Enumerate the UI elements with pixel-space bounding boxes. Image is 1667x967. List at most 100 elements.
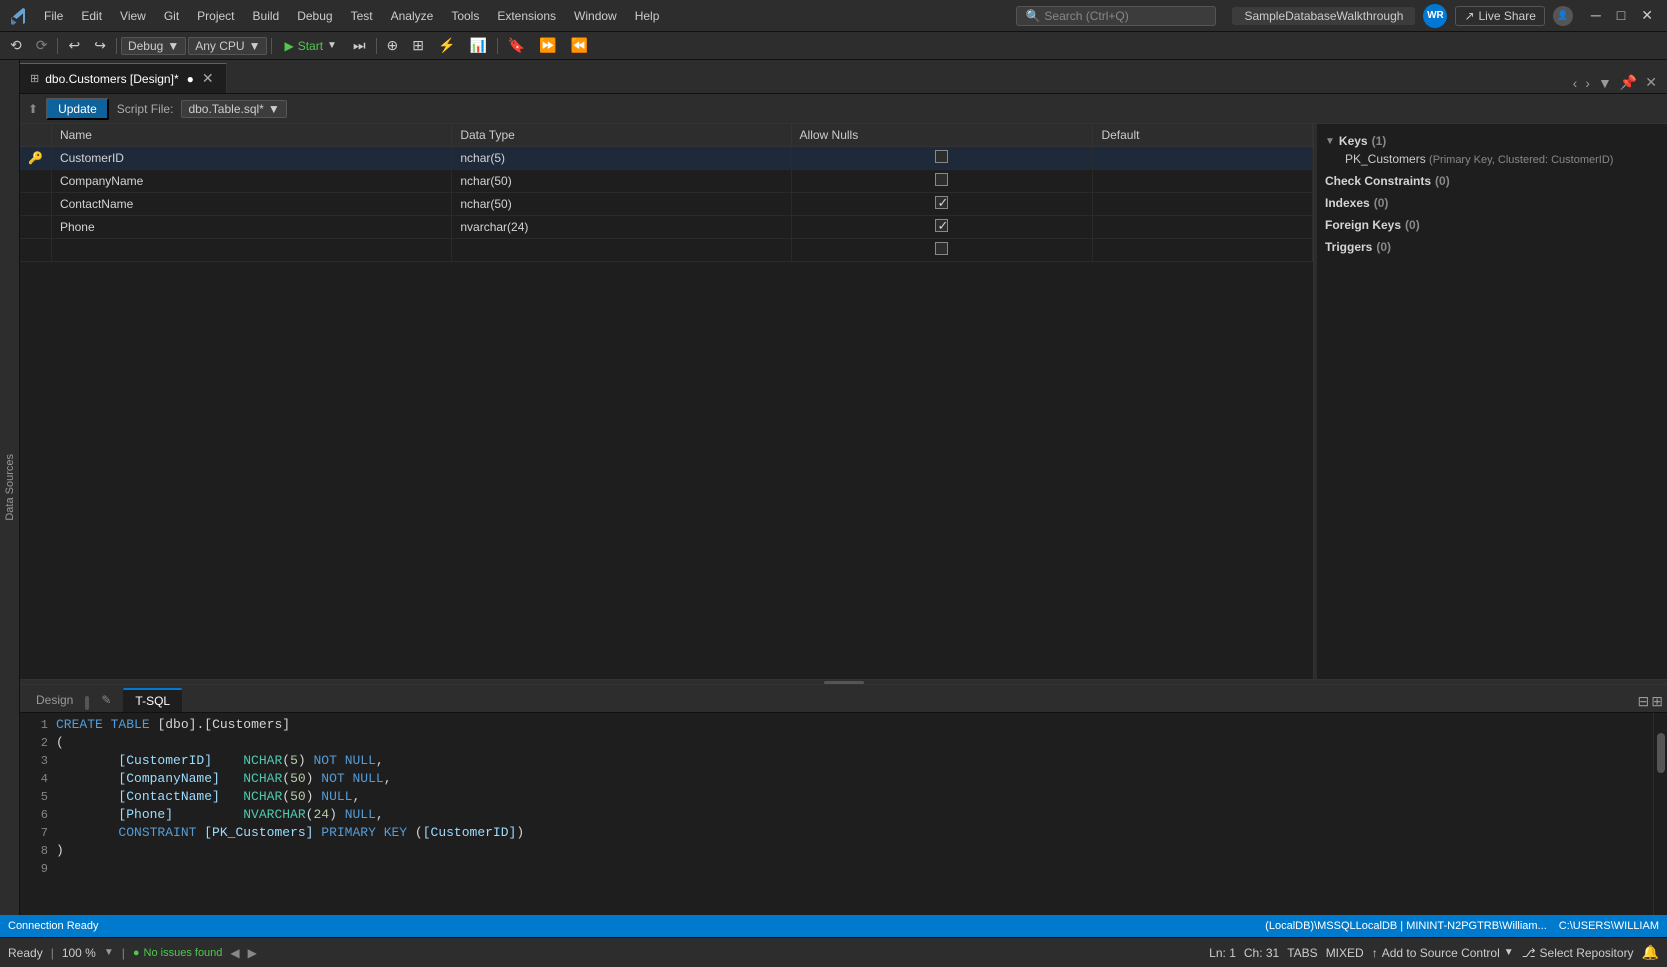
col-name[interactable]: CustomerID (51, 147, 451, 170)
menu-view[interactable]: View (112, 6, 154, 26)
col-default[interactable] (1093, 193, 1313, 216)
table-row[interactable]: 🔑CustomerIDnchar(5) (20, 147, 1313, 170)
maximize-button[interactable]: □ (1611, 7, 1631, 24)
menu-file[interactable]: File (36, 6, 71, 26)
code-line[interactable]: 4 [CompanyName] NCHAR(50) NOT NULL, (20, 771, 1653, 789)
tab-scroll-right[interactable]: › (1583, 73, 1592, 93)
active-tab[interactable]: ⊞ dbo.Customers [Design]* ● ✕ (20, 63, 227, 93)
code-line[interactable]: 9 (20, 861, 1653, 879)
table-row[interactable]: CompanyNamenchar(50) (20, 170, 1313, 193)
properties-panel: ▼ Keys (1) PK_Customers (Primary Key, Cl… (1317, 124, 1667, 679)
empty-row (20, 239, 1313, 262)
menu-debug[interactable]: Debug (289, 6, 340, 26)
attach-button[interactable]: ⊕ (381, 35, 405, 56)
forward-button[interactable]: ⟳ (30, 35, 54, 56)
col-name[interactable]: CompanyName (51, 170, 451, 193)
bookmark-button[interactable]: 🔖 (502, 35, 531, 56)
select-repository-button[interactable]: ⎇ Select Repository (1522, 946, 1634, 960)
menu-help[interactable]: Help (627, 6, 668, 26)
menu-analyze[interactable]: Analyze (383, 6, 442, 26)
back-button[interactable]: ⟲ (4, 35, 28, 56)
minimize-button[interactable]: ─ (1585, 7, 1607, 24)
code-line[interactable]: 6 [Phone] NVARCHAR(24) NULL, (20, 807, 1653, 825)
col-default[interactable] (1093, 147, 1313, 170)
notification-icon[interactable]: 🔔 (1642, 944, 1659, 961)
frames-button[interactable]: ⊞ (406, 35, 430, 56)
menu-edit[interactable]: Edit (73, 6, 110, 26)
menu-git[interactable]: Git (156, 6, 187, 26)
menu-extensions[interactable]: Extensions (489, 6, 564, 26)
col-datatype[interactable]: nchar(50) (452, 170, 791, 193)
check-constraints-header[interactable]: Check Constraints (0) (1325, 172, 1659, 190)
step-over-button[interactable]: ⏭ (347, 35, 372, 56)
data-sources-sidebar[interactable]: Data Sources (0, 60, 20, 915)
menu-tools[interactable]: Tools (443, 6, 487, 26)
col-allownulls[interactable] (791, 147, 1093, 170)
indexes-header[interactable]: Indexes (0) (1325, 194, 1659, 212)
col-allownulls[interactable]: ✓ (791, 216, 1093, 239)
code-line[interactable]: 8) (20, 843, 1653, 861)
ready-label: Ready (8, 946, 43, 960)
issues-label: No issues found (144, 947, 223, 959)
close-button[interactable]: ✕ (1635, 7, 1659, 24)
col-default[interactable] (1093, 170, 1313, 193)
diagnostics-button[interactable]: 📊 (463, 35, 492, 56)
menu-window[interactable]: Window (566, 6, 625, 26)
menu-project[interactable]: Project (189, 6, 242, 26)
tab-close-button[interactable]: ✕ (200, 70, 216, 87)
tsql-split-horizontal[interactable]: ⊞ (1651, 693, 1663, 710)
tab-menu[interactable]: ▼ (1596, 73, 1614, 93)
redo-button[interactable]: ↪ (88, 35, 112, 56)
triggers-header[interactable]: Triggers (0) (1325, 238, 1659, 256)
col-allownulls[interactable] (791, 170, 1093, 193)
update-button[interactable]: Update (46, 98, 109, 120)
pin-tab[interactable]: 📌 (1618, 72, 1639, 93)
line-content: [Phone] NVARCHAR(24) NULL, (56, 807, 1653, 822)
col-datatype[interactable]: nchar(50) (452, 193, 791, 216)
scroll-left[interactable]: ◀ (230, 946, 239, 960)
live-share-button[interactable]: ↗ Live Share (1455, 6, 1544, 26)
pk-item[interactable]: PK_Customers (Primary Key, Clustered: Cu… (1325, 150, 1659, 168)
code-line[interactable]: 5 [ContactName] NCHAR(50) NULL, (20, 789, 1653, 807)
menu-build[interactable]: Build (245, 6, 288, 26)
col-name[interactable]: Phone (51, 216, 451, 239)
tsql-tab[interactable]: T-SQL (123, 688, 182, 712)
code-line[interactable]: 1CREATE TABLE [dbo].[Customers] (20, 717, 1653, 735)
add-to-source-control[interactable]: ↑ Add to Source Control ▼ (1372, 946, 1514, 960)
start-button[interactable]: ▶ Start ▼ (276, 38, 344, 54)
code-line[interactable]: 3 [CustomerID] NCHAR(5) NOT NULL, (20, 753, 1653, 771)
tsql-code-editor[interactable]: 1CREATE TABLE [dbo].[Customers]2(3 [Cust… (20, 713, 1653, 915)
platform-dropdown[interactable]: Any CPU ▼ (188, 37, 267, 55)
script-file-dropdown[interactable]: dbo.Table.sql* ▼ (181, 100, 286, 118)
close-all-tabs[interactable]: ✕ (1643, 72, 1659, 93)
bookmark-prev[interactable]: ⏪ (565, 35, 594, 56)
foreign-keys-header[interactable]: Foreign Keys (0) (1325, 216, 1659, 234)
table-row[interactable]: Phonenvarchar(24)✓ (20, 216, 1313, 239)
search-box[interactable]: 🔍 Search (Ctrl+Q) (1016, 6, 1216, 26)
tab-scroll-left[interactable]: ‹ (1571, 73, 1580, 93)
encoding-info: MIXED (1326, 946, 1364, 960)
table-row[interactable]: ContactNamenchar(50)✓ (20, 193, 1313, 216)
scroll-right[interactable]: ▶ (248, 946, 257, 960)
design-tab[interactable]: Design (24, 688, 85, 712)
line-content: [ContactName] NCHAR(50) NULL, (56, 789, 1653, 804)
vscrollbar[interactable] (1653, 713, 1667, 915)
tsql-split-vertical[interactable]: ⊟ (1638, 693, 1650, 710)
profile-button[interactable]: 👤 (1553, 6, 1573, 26)
undo-button[interactable]: ↩ (62, 35, 86, 56)
col-default[interactable] (1093, 216, 1313, 239)
debug-config-dropdown[interactable]: Debug ▼ (121, 37, 186, 55)
code-line[interactable]: 7 CONSTRAINT [PK_Customers] PRIMARY KEY … (20, 825, 1653, 843)
keys-header[interactable]: ▼ Keys (1) (1325, 132, 1659, 150)
line-number: 6 (20, 808, 56, 822)
code-line[interactable]: 2( (20, 735, 1653, 753)
col-datatype[interactable]: nchar(5) (452, 147, 791, 170)
perf-button[interactable]: ⚡ (432, 35, 461, 56)
bookmark-next[interactable]: ⏩ (533, 35, 562, 56)
col-name[interactable]: ContactName (51, 193, 451, 216)
t-sql-icon-tab[interactable]: ✎ (89, 688, 123, 712)
col-datatype[interactable]: nvarchar(24) (452, 216, 791, 239)
col-allownulls[interactable]: ✓ (791, 193, 1093, 216)
zoom-dropdown-arrow[interactable]: ▼ (104, 947, 114, 958)
menu-test[interactable]: Test (343, 6, 381, 26)
